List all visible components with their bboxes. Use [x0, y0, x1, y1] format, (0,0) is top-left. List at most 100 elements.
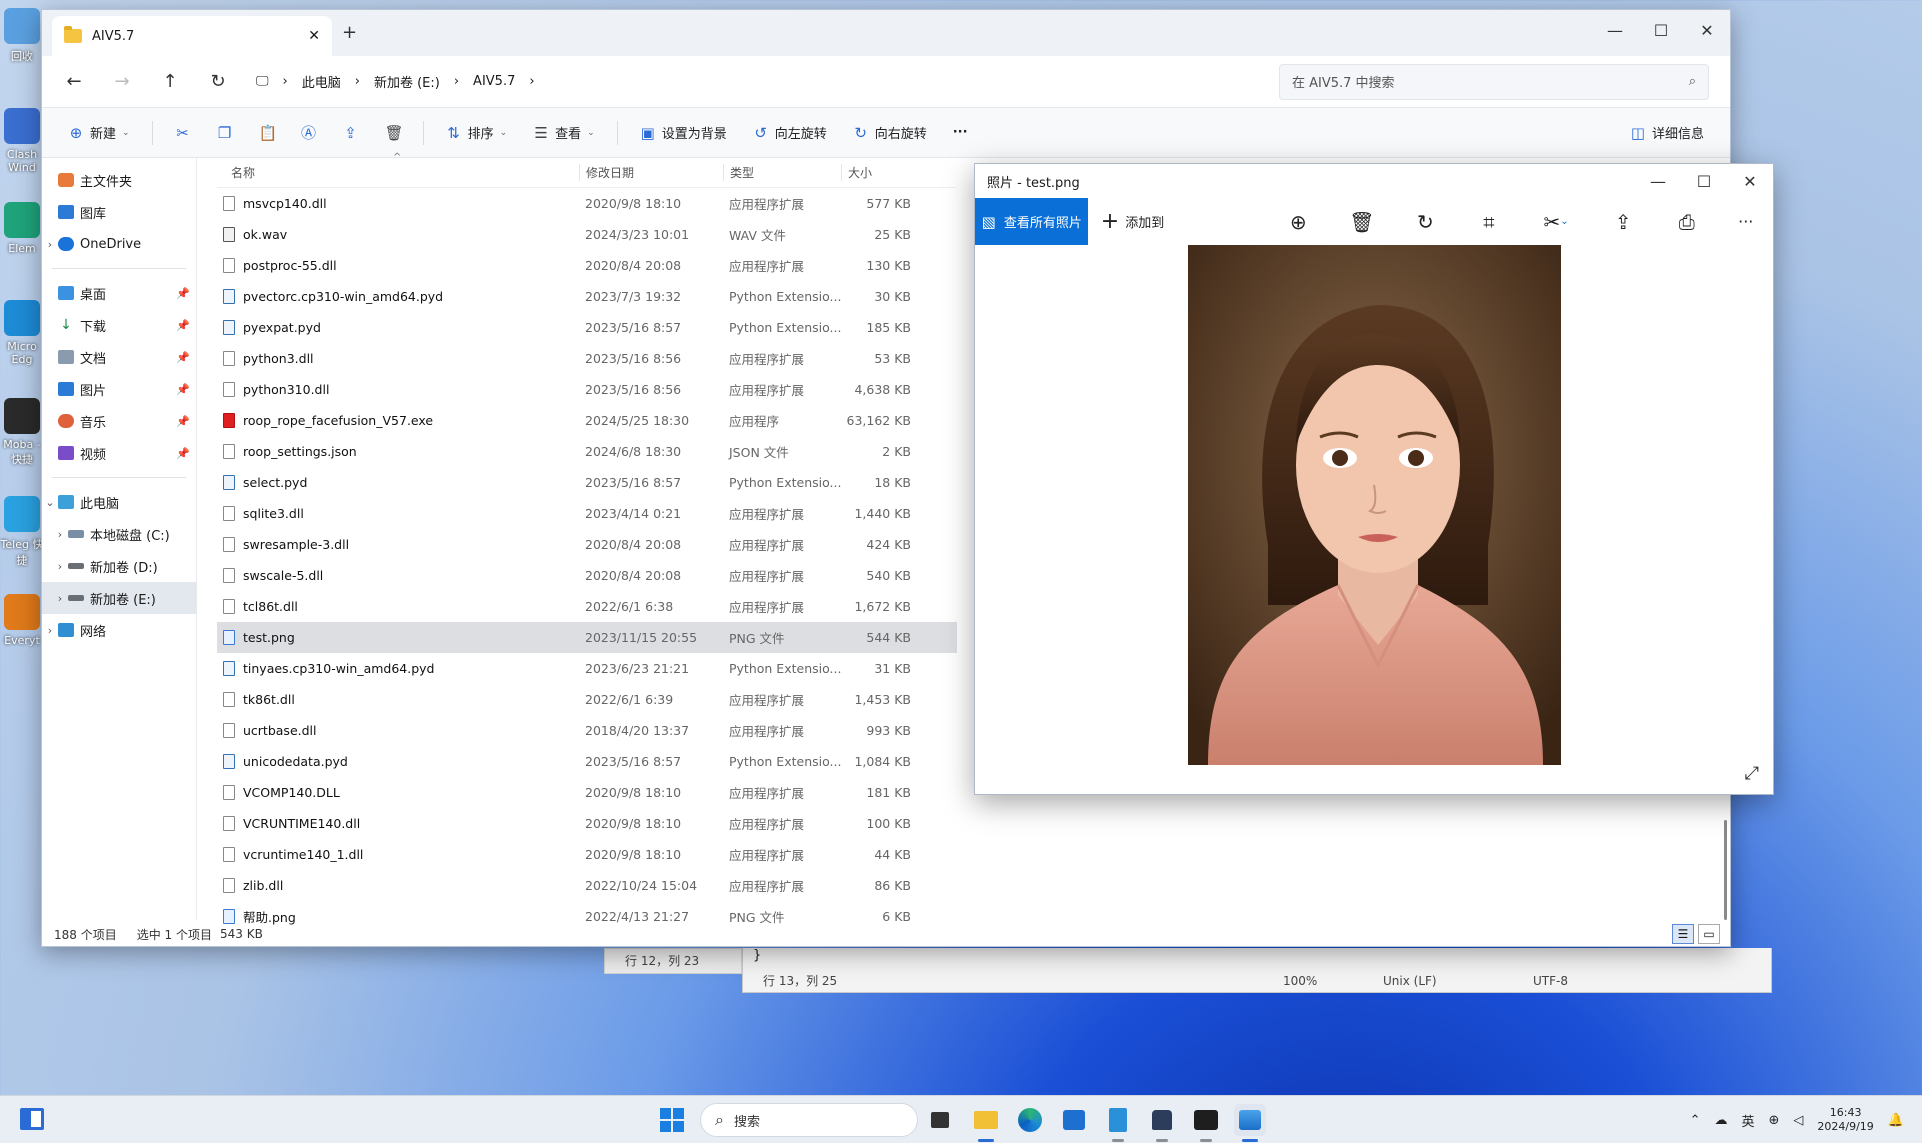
input-method-indicator[interactable]: 英: [1741, 1111, 1754, 1130]
up-button[interactable]: ↑: [150, 65, 190, 99]
zoom-in-icon[interactable]: ⊕: [1267, 198, 1331, 245]
rotate-icon[interactable]: ↻: [1394, 198, 1458, 245]
file-row[interactable]: tk86t.dll 2022/6/1 6:39 应用程序扩展 1,453 KB: [217, 684, 957, 715]
maximize-button[interactable]: ☐: [1681, 164, 1727, 198]
notepad-taskbar-icon[interactable]: [1102, 1104, 1134, 1142]
vertical-scrollbar[interactable]: [1724, 820, 1727, 920]
sidebar-item-videos[interactable]: 视频 📌: [42, 437, 196, 469]
file-row[interactable]: test.png 2023/11/15 20:55 PNG 文件 544 KB: [217, 622, 957, 653]
delete-button[interactable]: 🗑: [375, 116, 411, 150]
file-row[interactable]: swscale-5.dll 2020/8/4 20:08 应用程序扩展 540 KB: [217, 560, 957, 591]
file-row[interactable]: unicodedata.pyd 2023/5/16 8:57 Python Exte…: [217, 746, 957, 777]
back-button[interactable]: ←: [54, 65, 94, 99]
chevron-right-icon[interactable]: ›: [52, 560, 68, 573]
onedrive-tray-icon[interactable]: ☁: [1714, 1113, 1727, 1128]
new-button[interactable]: ⊕ 新建 ⌄: [58, 116, 140, 150]
tiles-view-icon[interactable]: ▭: [1698, 924, 1720, 944]
search-input[interactable]: 在 AIV5.7 中搜索 ⌕: [1279, 63, 1709, 100]
chevron-right-icon[interactable]: ›: [52, 592, 68, 605]
sidebar-item-drive-e[interactable]: › 新加卷 (E:): [42, 582, 196, 614]
column-header-name[interactable]: 名称: [217, 164, 579, 181]
notepad-encoding[interactable]: UTF-8: [1513, 974, 1568, 988]
crop-icon[interactable]: ⌗: [1457, 198, 1521, 245]
pin-icon[interactable]: 📌: [176, 383, 190, 396]
sidebar-item-gallery[interactable]: 图库: [42, 196, 196, 228]
widgets-icon[interactable]: [20, 1108, 44, 1130]
file-row[interactable]: zlib.dll 2022/10/24 15:04 应用程序扩展 86 KB: [217, 870, 957, 901]
pin-icon[interactable]: 📌: [176, 287, 190, 300]
file-row[interactable]: msvcp140.dll 2020/9/8 18:10 应用程序扩展 577 KB: [217, 188, 957, 219]
sidebar-item-drive-d[interactable]: › 新加卷 (D:): [42, 550, 196, 582]
file-row[interactable]: pyexpat.pyd 2023/5/16 8:57 Python Extensio…: [217, 312, 957, 343]
print-icon[interactable]: ⎙: [1655, 198, 1719, 245]
file-row[interactable]: VCOMP140.DLL 2020/9/8 18:10 应用程序扩展 181 KB: [217, 777, 957, 808]
file-row[interactable]: python3.dll 2023/5/16 8:56 应用程序扩展 53 KB: [217, 343, 957, 374]
sidebar-item-network[interactable]: › 网络: [42, 614, 196, 646]
chevron-right-icon[interactable]: ›: [42, 238, 58, 251]
close-button[interactable]: ✕: [1684, 10, 1730, 50]
file-row[interactable]: tinyaes.cp310-win_amd64.pyd 2023/6/23 21:…: [217, 653, 957, 684]
breadcrumb-this-pc[interactable]: 此电脑: [302, 72, 341, 91]
volume-icon[interactable]: ◁: [1793, 1113, 1803, 1128]
chevron-right-icon[interactable]: ›: [52, 528, 68, 541]
add-to-button[interactable]: + 添加到: [1088, 198, 1176, 245]
column-header-type[interactable]: 类型: [723, 164, 841, 181]
edge-taskbar-icon[interactable]: [1014, 1104, 1046, 1136]
sidebar-item-desktop[interactable]: 桌面 📌: [42, 277, 196, 309]
file-row[interactable]: ucrtbase.dll 2018/4/20 13:37 应用程序扩展 993 KB: [217, 715, 957, 746]
close-button[interactable]: ✕: [1727, 164, 1773, 198]
file-row[interactable]: tcl86t.dll 2022/6/1 6:38 应用程序扩展 1,672 KB: [217, 591, 957, 622]
sidebar-item-music[interactable]: 音乐 📌: [42, 405, 196, 437]
view-all-photos-button[interactable]: ▧ 查看所有照片: [975, 198, 1089, 245]
chevron-right-icon[interactable]: ›: [42, 624, 58, 637]
file-row[interactable]: sqlite3.dll 2023/4/14 0:21 应用程序扩展 1,440 KB: [217, 498, 957, 529]
column-header-date[interactable]: 修改日期: [579, 164, 723, 181]
file-row[interactable]: roop_rope_facefusion_V57.exe 2024/5/25 18…: [217, 405, 957, 436]
file-row[interactable]: python310.dll 2023/5/16 8:56 应用程序扩展 4,638 K…: [217, 374, 957, 405]
notepad-zoom[interactable]: 100%: [1263, 974, 1363, 988]
rotate-right-button[interactable]: ↻ 向右旋转: [843, 116, 937, 150]
network-globe-icon[interactable]: ⊕: [1769, 1113, 1780, 1128]
minimize-button[interactable]: —: [1592, 10, 1638, 50]
file-row[interactable]: ok.wav 2024/3/23 10:01 WAV 文件 25 KB: [217, 219, 957, 250]
taskbar-search[interactable]: ⌕ 搜索: [700, 1103, 918, 1137]
more-options-button[interactable]: ···: [943, 116, 978, 150]
set-background-button[interactable]: ▣ 设置为背景: [630, 116, 737, 150]
sidebar-item-documents[interactable]: 文档 📌: [42, 341, 196, 373]
desktop-shortcut[interactable]: Everyt: [0, 594, 44, 684]
rotate-left-button[interactable]: ↺ 向左旋转: [743, 116, 837, 150]
pin-icon[interactable]: 📌: [176, 351, 190, 364]
view-button[interactable]: ☰ 查看 ⌄: [523, 116, 605, 150]
cut-button[interactable]: ✂: [165, 116, 201, 150]
minimize-button[interactable]: —: [1635, 164, 1681, 198]
column-header-size[interactable]: 大小: [841, 164, 917, 181]
chevron-down-icon[interactable]: ⌄: [42, 496, 58, 509]
breadcrumb[interactable]: 🖵 › 此电脑 › 新加卷 (E:) › AIV5.7 ›: [246, 64, 1271, 99]
chevron-up-icon[interactable]: ⌃: [1690, 1113, 1701, 1128]
details-view-icon[interactable]: ☰: [1672, 924, 1694, 944]
sort-button[interactable]: ⇅ 排序 ⌄: [436, 116, 518, 150]
notepad-line-ending[interactable]: Unix (LF): [1363, 974, 1513, 988]
refresh-button[interactable]: ↻: [198, 65, 238, 99]
share-button[interactable]: ⇪: [333, 116, 369, 150]
desktop-shortcut[interactable]: Elem: [0, 202, 44, 292]
file-row[interactable]: vcruntime140_1.dll 2020/9/8 18:10 应用程序扩展 44…: [217, 839, 957, 870]
forward-button[interactable]: →: [102, 65, 142, 99]
sidebar-item-onedrive[interactable]: › OneDrive: [42, 228, 196, 260]
task-view-icon[interactable]: [924, 1104, 956, 1136]
file-row[interactable]: pvectorc.cp310-win_amd64.pyd 2023/7/3 19:…: [217, 281, 957, 312]
app-cat-taskbar-icon[interactable]: [1146, 1104, 1178, 1142]
maximize-button[interactable]: ☐: [1638, 10, 1684, 50]
new-tab-button[interactable]: +: [342, 22, 357, 43]
store-taskbar-icon[interactable]: [1058, 1104, 1090, 1136]
rename-button[interactable]: Ⓐ: [291, 116, 327, 150]
details-pane-button[interactable]: ◫ 详细信息: [1620, 116, 1714, 150]
explorer-tab[interactable]: AIV5.7 ✕: [52, 16, 332, 56]
pin-icon[interactable]: 📌: [176, 415, 190, 428]
file-row[interactable]: postproc-55.dll 2020/8/4 20:08 应用程序扩展 130 K…: [217, 250, 957, 281]
sidebar-item-drive-c[interactable]: › 本地磁盘 (C:): [42, 518, 196, 550]
fullscreen-icon[interactable]: ⤢: [1745, 763, 1759, 784]
file-explorer-taskbar-icon[interactable]: [970, 1104, 1002, 1142]
file-row[interactable]: VCRUNTIME140.dll 2020/9/8 18:10 应用程序扩展 100 …: [217, 808, 957, 839]
breadcrumb-expand-icon[interactable]: ›: [529, 74, 534, 89]
